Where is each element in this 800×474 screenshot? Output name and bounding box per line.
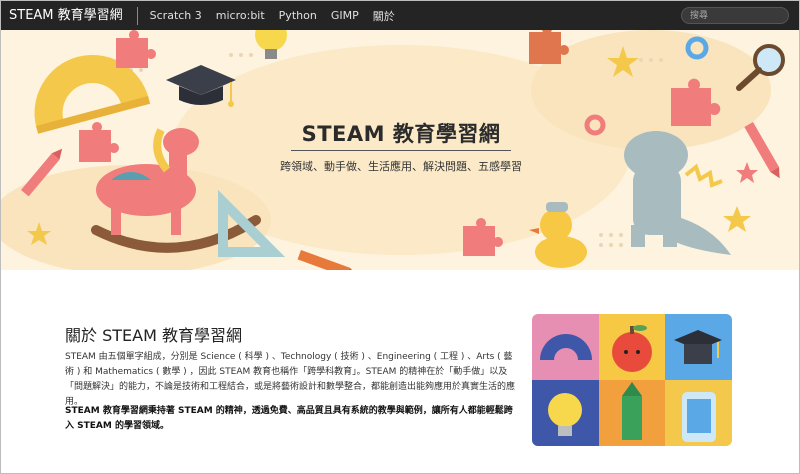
nav-link-about[interactable]: 關於 xyxy=(373,8,395,24)
nav-link-python[interactable]: Python xyxy=(279,9,317,22)
nav-link-gimp[interactable]: GIMP xyxy=(331,9,359,22)
hero-subtitle: 跨領域、動手做、生活應用、解決問題、五感學習 xyxy=(280,160,522,173)
phone-icon xyxy=(682,392,716,442)
crayon-icon xyxy=(297,249,358,270)
search-input[interactable] xyxy=(681,7,789,24)
page-frame: STEAM 教育學習網 Scratch 3 micro:bit Python G… xyxy=(0,0,800,474)
about-mission-paragraph: STEAM 教育學習網秉持著 STEAM 的精神，透過免費、高品質且具有系統的教… xyxy=(65,406,513,431)
brand-link[interactable]: STEAM 教育學習網 xyxy=(1,6,138,25)
about-title: 關於 STEAM 教育學習網 xyxy=(65,326,242,345)
about-paragraph: STEAM 由五個單字組成，分別是 Science ( 科學 ) 、Techno… xyxy=(65,352,516,407)
dinosaur-icon xyxy=(624,131,731,255)
nav-link-scratch[interactable]: Scratch 3 xyxy=(150,9,202,22)
nav-link-microbit[interactable]: micro:bit xyxy=(216,9,265,22)
hero-banner: STEAM 教育學習網 跨領域、動手做、生活應用、解決問題、五感學習 xyxy=(1,30,799,270)
nav-links: Scratch 3 micro:bit Python GIMP 關於 xyxy=(138,8,409,24)
stem-tiles-illustration xyxy=(532,314,732,446)
hero-title: STEAM 教育學習網 xyxy=(301,122,501,146)
navbar: STEAM 教育學習網 Scratch 3 micro:bit Python G… xyxy=(1,1,799,30)
hero-divider xyxy=(291,150,511,151)
